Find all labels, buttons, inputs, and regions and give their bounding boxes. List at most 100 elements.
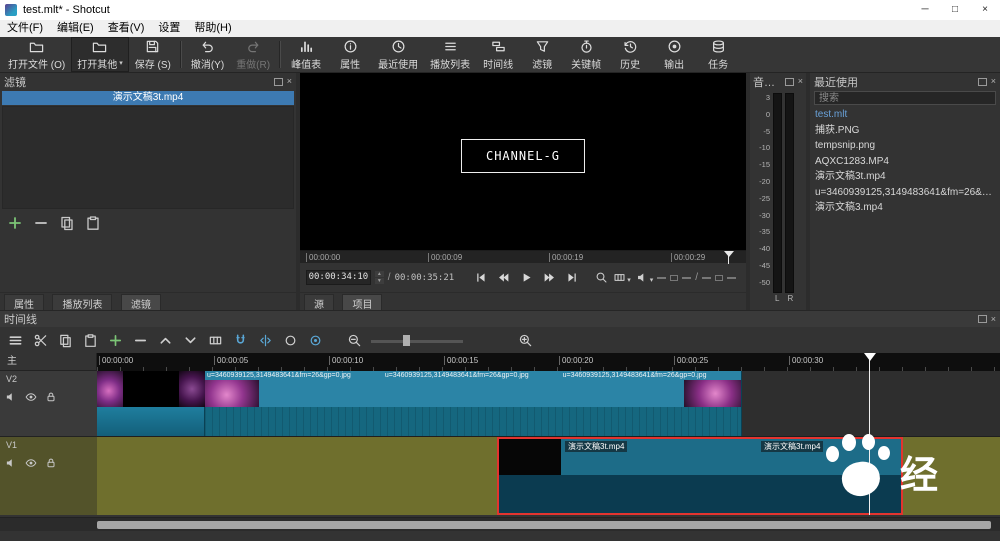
- open-other-button[interactable]: 打开其他 ▾: [71, 37, 129, 72]
- lift-button[interactable]: [157, 332, 174, 349]
- filters-button[interactable]: 滤镜: [520, 37, 564, 72]
- player-playhead-marker[interactable]: [724, 251, 734, 257]
- append-button[interactable]: [107, 332, 124, 349]
- clip-v2-1[interactable]: [97, 371, 205, 436]
- float-panel-icon[interactable]: [784, 77, 794, 86]
- skip-to-end-button[interactable]: [562, 269, 583, 286]
- peak-meter-button[interactable]: 峰值表: [284, 37, 328, 72]
- snap-toggle-button[interactable]: [232, 332, 249, 349]
- clip-v2-2[interactable]: u=3460939125,3149483641&fm=26&gp=0.jpg u=…: [205, 371, 742, 436]
- ripple-delete-button[interactable]: [132, 332, 149, 349]
- lock-button[interactable]: [45, 391, 57, 403]
- keyframes-button[interactable]: 关键帧: [564, 37, 608, 72]
- timecode-spin-up[interactable]: ▲: [374, 271, 384, 277]
- hide-button[interactable]: [25, 457, 37, 469]
- mute-button[interactable]: [5, 457, 17, 469]
- player-ruler-label: 00:00:09: [428, 253, 462, 262]
- paste-filters-button[interactable]: [85, 215, 101, 231]
- zoom-slider-handle[interactable]: [403, 334, 410, 346]
- clip-v1-selected[interactable]: 演示文稿3t.mp4 演示文稿3t.mp4: [497, 437, 903, 515]
- timecode-spin-down[interactable]: ▼: [374, 278, 384, 284]
- menu-view[interactable]: 查看(V): [101, 20, 152, 37]
- mute-button[interactable]: [5, 391, 17, 403]
- paste-button[interactable]: [82, 332, 99, 349]
- scrub-while-dragging-button[interactable]: [257, 332, 274, 349]
- minimize-button[interactable]: ─: [910, 0, 940, 20]
- redo-button[interactable]: 重做(R): [230, 37, 276, 72]
- remove-filter-button[interactable]: [33, 215, 49, 231]
- recent-item[interactable]: test.mlt: [810, 107, 1000, 123]
- timeline-toolbar: [0, 327, 1000, 353]
- ripple-button[interactable]: [282, 332, 299, 349]
- export-button[interactable]: 输出: [652, 37, 696, 72]
- zoom-out-button[interactable]: [346, 332, 363, 349]
- recent-item[interactable]: 捕获.PNG: [810, 123, 1000, 139]
- open-file-button[interactable]: 打开文件 (O): [2, 37, 71, 72]
- maximize-button[interactable]: □: [940, 0, 970, 20]
- history-button[interactable]: 历史: [608, 37, 652, 72]
- fast-forward-button[interactable]: [539, 269, 560, 286]
- timeline-horizontal-scrollbar[interactable]: [0, 517, 1000, 531]
- position-timecode[interactable]: 00:00:34:10: [306, 270, 371, 285]
- overwrite-button[interactable]: [182, 332, 199, 349]
- float-panel-icon[interactable]: [977, 315, 987, 323]
- zoom-slider[interactable]: [371, 332, 463, 349]
- menu-file[interactable]: 文件(F): [0, 20, 50, 37]
- recent-panel-title: 最近使用: [814, 76, 858, 89]
- undo-button[interactable]: 撤消(Y): [185, 37, 230, 72]
- close-panel-icon[interactable]: ×: [287, 77, 292, 86]
- track-v2[interactable]: u=3460939125,3149483641&fm=26&gp=0.jpg u=…: [97, 371, 1000, 437]
- rewind-button[interactable]: [493, 269, 514, 286]
- timeline-playhead[interactable]: [869, 353, 870, 515]
- close-panel-icon[interactable]: ×: [991, 314, 996, 324]
- timeline-menu-button[interactable]: [7, 332, 24, 349]
- grid-button[interactable]: ▾: [613, 271, 631, 284]
- recent-button[interactable]: 最近使用: [372, 37, 424, 72]
- close-button[interactable]: ×: [970, 0, 1000, 20]
- copy-button[interactable]: [57, 332, 74, 349]
- recent-item[interactable]: AQXC1283.MP4: [810, 154, 1000, 170]
- playlist-button[interactable]: 播放列表: [424, 37, 476, 72]
- close-panel-icon[interactable]: ×: [798, 77, 803, 86]
- master-track-head[interactable]: 主: [0, 353, 96, 371]
- track-head-v1[interactable]: V1: [0, 437, 97, 515]
- skip-to-start-button[interactable]: [470, 269, 491, 286]
- recent-item[interactable]: 演示文稿3.mp4: [810, 200, 1000, 216]
- player-scrub-ruler[interactable]: 00:00:00 00:00:09 00:00:19 00:00:29: [300, 250, 746, 264]
- timeline-button[interactable]: 时间线: [476, 37, 520, 72]
- video-preview: CHANNEL-G: [300, 73, 746, 250]
- player-zoom-button[interactable]: [595, 271, 608, 284]
- zoom-in-button[interactable]: [517, 332, 534, 349]
- menu-edit[interactable]: 编辑(E): [50, 20, 101, 37]
- track-v1-current[interactable]: 演示文稿3t.mp4 演示文稿3t.mp4: [97, 437, 1000, 515]
- menu-help[interactable]: 帮助(H): [187, 20, 238, 37]
- split-button[interactable]: [207, 332, 224, 349]
- close-panel-icon[interactable]: ×: [991, 77, 996, 86]
- add-filter-button[interactable]: [7, 215, 23, 231]
- player-tab-bar: 源 项目: [300, 292, 746, 313]
- float-panel-icon[interactable]: [273, 77, 283, 86]
- recent-item[interactable]: tempsnip.png: [810, 138, 1000, 154]
- jobs-button[interactable]: 任务: [696, 37, 740, 72]
- scrollbar-handle[interactable]: [97, 521, 991, 529]
- properties-button[interactable]: 属性: [328, 37, 372, 72]
- recent-item[interactable]: u=3460939125,3149483641&fm=26&gp…: [810, 185, 1000, 201]
- copy-filters-button[interactable]: [59, 215, 75, 231]
- filters-current-clip[interactable]: 演示文稿3t.mp4: [2, 91, 294, 105]
- search-input[interactable]: [814, 91, 996, 105]
- volume-button[interactable]: ▾: [636, 271, 653, 284]
- cut-button[interactable]: [32, 332, 49, 349]
- timeline-playhead-marker[interactable]: [864, 353, 876, 361]
- float-panel-icon[interactable]: [977, 77, 987, 86]
- filters-list[interactable]: [2, 106, 294, 209]
- toolbar-separator: [179, 41, 182, 68]
- menu-settings[interactable]: 设置: [151, 20, 187, 37]
- timeline-panel-header: 时间线 ×: [0, 310, 1000, 327]
- track-head-v2[interactable]: V2: [0, 371, 97, 437]
- save-button[interactable]: 保存 (S): [129, 37, 177, 72]
- hide-button[interactable]: [25, 391, 37, 403]
- recent-item[interactable]: 演示文稿3t.mp4: [810, 169, 1000, 185]
- play-button[interactable]: [516, 269, 537, 286]
- lock-button[interactable]: [45, 457, 57, 469]
- ripple-all-tracks-button[interactable]: [307, 332, 324, 349]
